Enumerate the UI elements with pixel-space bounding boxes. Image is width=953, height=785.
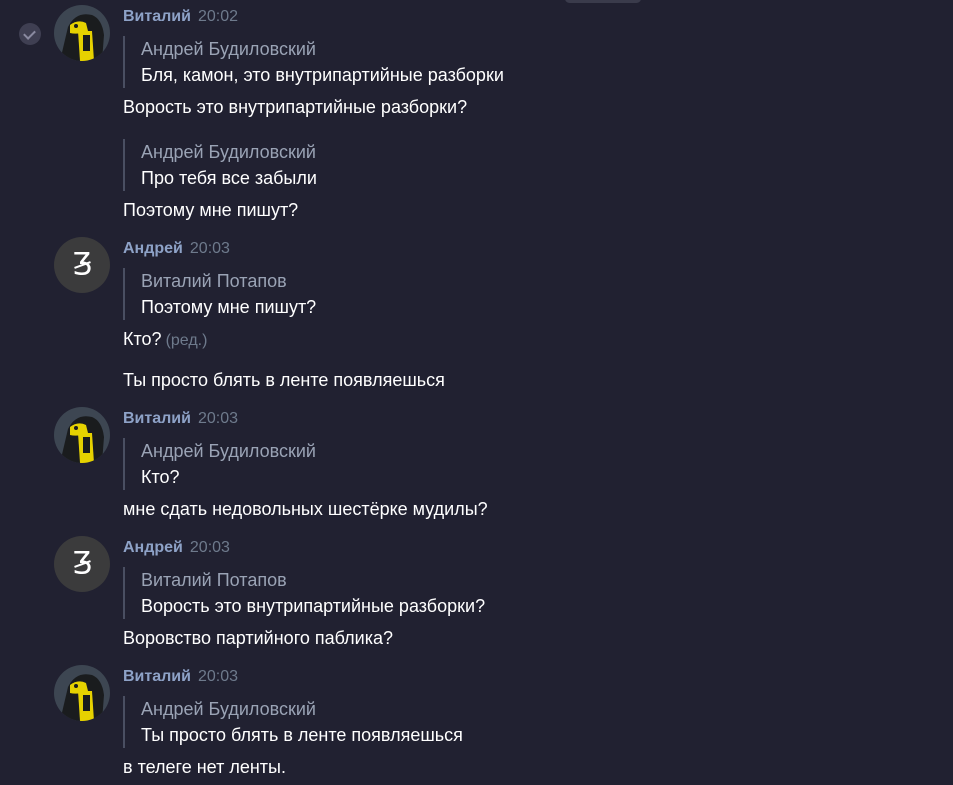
- edited-label: (ред.): [165, 332, 208, 349]
- sender-name[interactable]: Виталий: [123, 410, 191, 427]
- message-time: 20:03: [189, 240, 230, 257]
- reply-quote[interactable]: Андрей Будиловский Кто?: [123, 438, 883, 490]
- message-time: 20:03: [197, 410, 239, 427]
- message-text: Ты просто блять в ленте появляешься: [123, 370, 445, 390]
- message-text: Воровство партийного паблика?: [123, 628, 393, 648]
- quote-author: Андрей Будиловский: [141, 39, 316, 59]
- reply-quote[interactable]: Виталий Потапов Ворость это внутрипартий…: [123, 567, 883, 619]
- quote-author: Виталий Потапов: [141, 570, 287, 590]
- quote-text: Бля, камон, это внутрипартийные разборки: [141, 65, 504, 85]
- message-text: Ворость это внутрипартийные разборки?: [123, 97, 468, 117]
- quote-author: Андрей Будиловский: [141, 441, 316, 461]
- message-text: Кто? (ред.): [123, 326, 207, 354]
- avatar-andrey[interactable]: Ʒ: [54, 237, 110, 293]
- quote-text: Ворость это внутрипартийные разборки?: [141, 596, 486, 616]
- sender-name[interactable]: Андрей: [123, 539, 183, 556]
- avatar-glyph: Ʒ: [54, 536, 110, 592]
- quote-author: Виталий Потапов: [141, 271, 287, 291]
- quote-text: Поэтому мне пишут?: [141, 297, 317, 317]
- vitaliy-avatar-image: [54, 407, 110, 463]
- quote-text: Кто?: [141, 467, 180, 487]
- sender-name[interactable]: Виталий: [123, 668, 191, 685]
- scroll-indicator[interactable]: [565, 0, 641, 3]
- quote-text: Ты просто блять в ленте появляешься: [141, 725, 463, 745]
- sender-name[interactable]: Виталий: [123, 8, 191, 25]
- quote-text: Про тебя все забыли: [141, 168, 317, 188]
- message-time: 20:03: [197, 668, 239, 685]
- message-header: Виталий 20:03: [123, 668, 238, 686]
- avatar-glyph: Ʒ: [54, 237, 110, 293]
- check-icon[interactable]: [19, 23, 41, 45]
- message-time: 20:02: [197, 8, 239, 25]
- sender-name[interactable]: Андрей: [123, 240, 183, 257]
- message-header: Андрей 20:03: [123, 240, 230, 258]
- vitaliy-avatar-image: [54, 665, 110, 721]
- reply-quote[interactable]: Андрей Будиловский Ты просто блять в лен…: [123, 696, 883, 748]
- reply-quote[interactable]: Виталий Потапов Поэтому мне пишут?: [123, 268, 883, 320]
- message-time: 20:03: [189, 539, 230, 556]
- avatar-vitaliy[interactable]: [54, 407, 110, 463]
- quote-author: Андрей Будиловский: [141, 699, 316, 719]
- message-text: Поэтому мне пишут?: [123, 200, 299, 220]
- avatar-vitaliy[interactable]: [54, 5, 110, 61]
- message-header: Андрей 20:03: [123, 539, 230, 557]
- message-text-content: Кто?: [123, 329, 162, 349]
- quote-author: Андрей Будиловский: [141, 142, 316, 162]
- reply-quote[interactable]: Андрей Будиловский Про тебя все забыли: [123, 139, 883, 191]
- avatar-andrey[interactable]: Ʒ: [54, 536, 110, 592]
- message-header: Виталий 20:02: [123, 8, 238, 26]
- vitaliy-avatar-image: [54, 5, 110, 61]
- reply-quote[interactable]: Андрей Будиловский Бля, камон, это внутр…: [123, 36, 883, 88]
- message-header: Виталий 20:03: [123, 410, 238, 428]
- message-text: мне сдать недовольных шестёрке мудилы?: [123, 499, 488, 519]
- avatar-vitaliy[interactable]: [54, 665, 110, 721]
- message-text: в телеге нет ленты.: [123, 757, 286, 777]
- chat-feed[interactable]: Виталий 20:02 Андрей Будиловский Бля, кам…: [0, 0, 953, 785]
